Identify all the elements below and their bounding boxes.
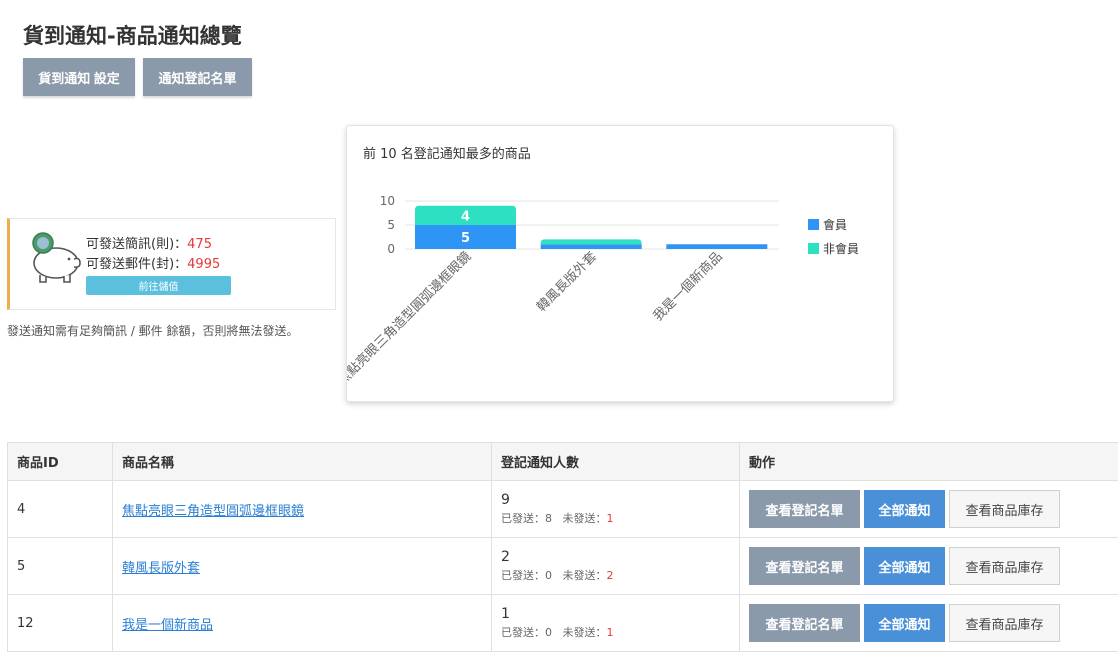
cell-actions: 查看登記名單 全部通知 查看商品庫存 (739, 537, 1118, 595)
cell-id: 5 (7, 537, 113, 595)
cell-id: 4 (7, 480, 113, 538)
data-label: 4 (461, 209, 470, 224)
header-id: 商品ID (7, 442, 113, 481)
page-title: 貨到通知-商品通知總覽 (23, 24, 242, 48)
notify-all-button[interactable]: 全部通知 (864, 547, 945, 585)
y-tick-label: 10 (380, 194, 395, 208)
send-status: 已發送：0 未發送：1 (501, 624, 730, 640)
registered-count: 2 (501, 549, 510, 565)
unsent-value: 1 (606, 512, 614, 525)
unsent-label: 未發送： (562, 569, 607, 582)
x-tick-label: 韓風長版外套 (534, 249, 600, 315)
table-header-row: 商品ID 商品名稱 登記通知人數 動作 (7, 442, 1118, 481)
unsent-label: 未發送： (562, 626, 607, 639)
bar-member (666, 244, 768, 249)
view-registrations-button[interactable]: 查看登記名單 (749, 490, 860, 528)
cell-actions: 查看登記名單 全部通知 查看商品庫存 (739, 480, 1118, 538)
header-actions: 動作 (739, 442, 1118, 481)
product-link[interactable]: 我是一個新商品 (122, 618, 213, 633)
legend-swatch (808, 219, 819, 230)
notify-all-button[interactable]: 全部通知 (864, 604, 945, 642)
products-table: 商品ID 商品名稱 登記通知人數 動作 4 焦點亮眼三角造型圓弧邊框眼鏡 9 已發送：… (7, 442, 1118, 652)
cell-name: 韓風長版外套 (112, 537, 492, 595)
table-row: 5 韓風長版外套 2 已發送：0 未發送：2 查看登記名單 全部通知 查看商品庫存 (7, 537, 1118, 595)
table-row: 12 我是一個新商品 1 已發送：0 未發送：1 查看登記名單 全部通知 查看商品庫存 (7, 594, 1118, 652)
x-tick-label: 我是一個新商品 (650, 249, 726, 325)
send-status: 已發送：0 未發送：2 (501, 567, 730, 583)
view-stock-button[interactable]: 查看商品庫存 (949, 604, 1060, 642)
x-tick-label: 焦點亮眼三角造型圓弧邊框眼鏡 (347, 249, 474, 389)
y-tick-label: 0 (387, 242, 395, 256)
sent-label: 已發送： (501, 626, 545, 639)
bar-member (540, 244, 642, 249)
cell-count: 1 已發送：0 未發送：1 (491, 594, 740, 652)
cell-name: 我是一個新商品 (112, 594, 492, 652)
send-status: 已發送：8 未發送：1 (501, 510, 730, 526)
legend-label: 非會員 (823, 242, 859, 256)
sent-value: 0 (545, 626, 552, 639)
topup-button[interactable]: 前往儲值 (86, 276, 231, 295)
unsent-value: 2 (606, 569, 614, 582)
registered-count: 9 (501, 492, 510, 508)
sms-balance-label: 可發送簡訊(則)： (86, 237, 188, 252)
product-link[interactable]: 焦點亮眼三角造型圓弧邊框眼鏡 (122, 504, 304, 519)
view-stock-button[interactable]: 查看商品庫存 (949, 547, 1060, 585)
sms-balance-value: 475 (187, 237, 212, 252)
cell-name: 焦點亮眼三角造型圓弧邊框眼鏡 (112, 480, 492, 538)
cell-id: 12 (7, 594, 113, 652)
registered-count: 1 (501, 606, 510, 622)
sms-balance: 可發送簡訊(則)：475 (86, 233, 212, 252)
view-registrations-button[interactable]: 查看登記名單 (749, 547, 860, 585)
cell-count: 2 已發送：0 未發送：2 (491, 537, 740, 595)
chart-canvas: 0 5 10 5 4 焦點亮眼三角造型圓弧邊框眼鏡 韓風長版外套 我是一個新商品 會員非會員 (347, 194, 859, 389)
sent-value: 0 (545, 569, 552, 582)
unsent-label: 未發送： (562, 512, 607, 525)
mail-balance: 可發送郵件(封)：4995 (86, 253, 220, 272)
view-registrations-button[interactable]: 查看登記名單 (749, 604, 860, 642)
sent-label: 已發送： (501, 569, 545, 582)
piggy-bank-icon (32, 232, 81, 283)
cell-actions: 查看登記名單 全部通知 查看商品庫存 (739, 594, 1118, 652)
notify-all-button[interactable]: 全部通知 (864, 490, 945, 528)
balance-note: 發送通知需有足夠簡訊 / 郵件 餘額，否則將無法發送。 (7, 324, 299, 338)
product-link[interactable]: 韓風長版外套 (122, 561, 200, 576)
unsent-value: 1 (606, 626, 614, 639)
view-stock-button[interactable]: 查看商品庫存 (949, 490, 1060, 528)
y-tick-label: 5 (387, 218, 395, 232)
data-label: 5 (461, 231, 470, 246)
bar-non-member (540, 239, 642, 245)
top-products-chart: 前 10 名登記通知最多的商品 0 5 10 5 4 焦點亮眼三角造型圓弧邊框眼鏡 韓風長版… (346, 125, 894, 402)
notify-settings-button[interactable]: 貨到通知 設定 (23, 58, 135, 96)
mail-balance-value: 4995 (187, 257, 221, 272)
sent-value: 8 (545, 512, 552, 525)
balance-panel: 可發送簡訊(則)：475 可發送郵件(封)：4995 前往儲值 (7, 218, 336, 310)
cell-count: 9 已發送：8 未發送：1 (491, 480, 740, 538)
table-row: 4 焦點亮眼三角造型圓弧邊框眼鏡 9 已發送：8 未發送：1 查看登記名單 全部通知 查看商… (7, 480, 1118, 538)
registration-list-button[interactable]: 通知登記名單 (143, 58, 252, 96)
header-name: 商品名稱 (112, 442, 492, 481)
legend-label: 會員 (823, 218, 847, 232)
header-count: 登記通知人數 (491, 442, 740, 481)
sent-label: 已發送： (501, 512, 545, 525)
legend-swatch (808, 243, 819, 254)
mail-balance-label: 可發送郵件(封)： (86, 257, 188, 272)
